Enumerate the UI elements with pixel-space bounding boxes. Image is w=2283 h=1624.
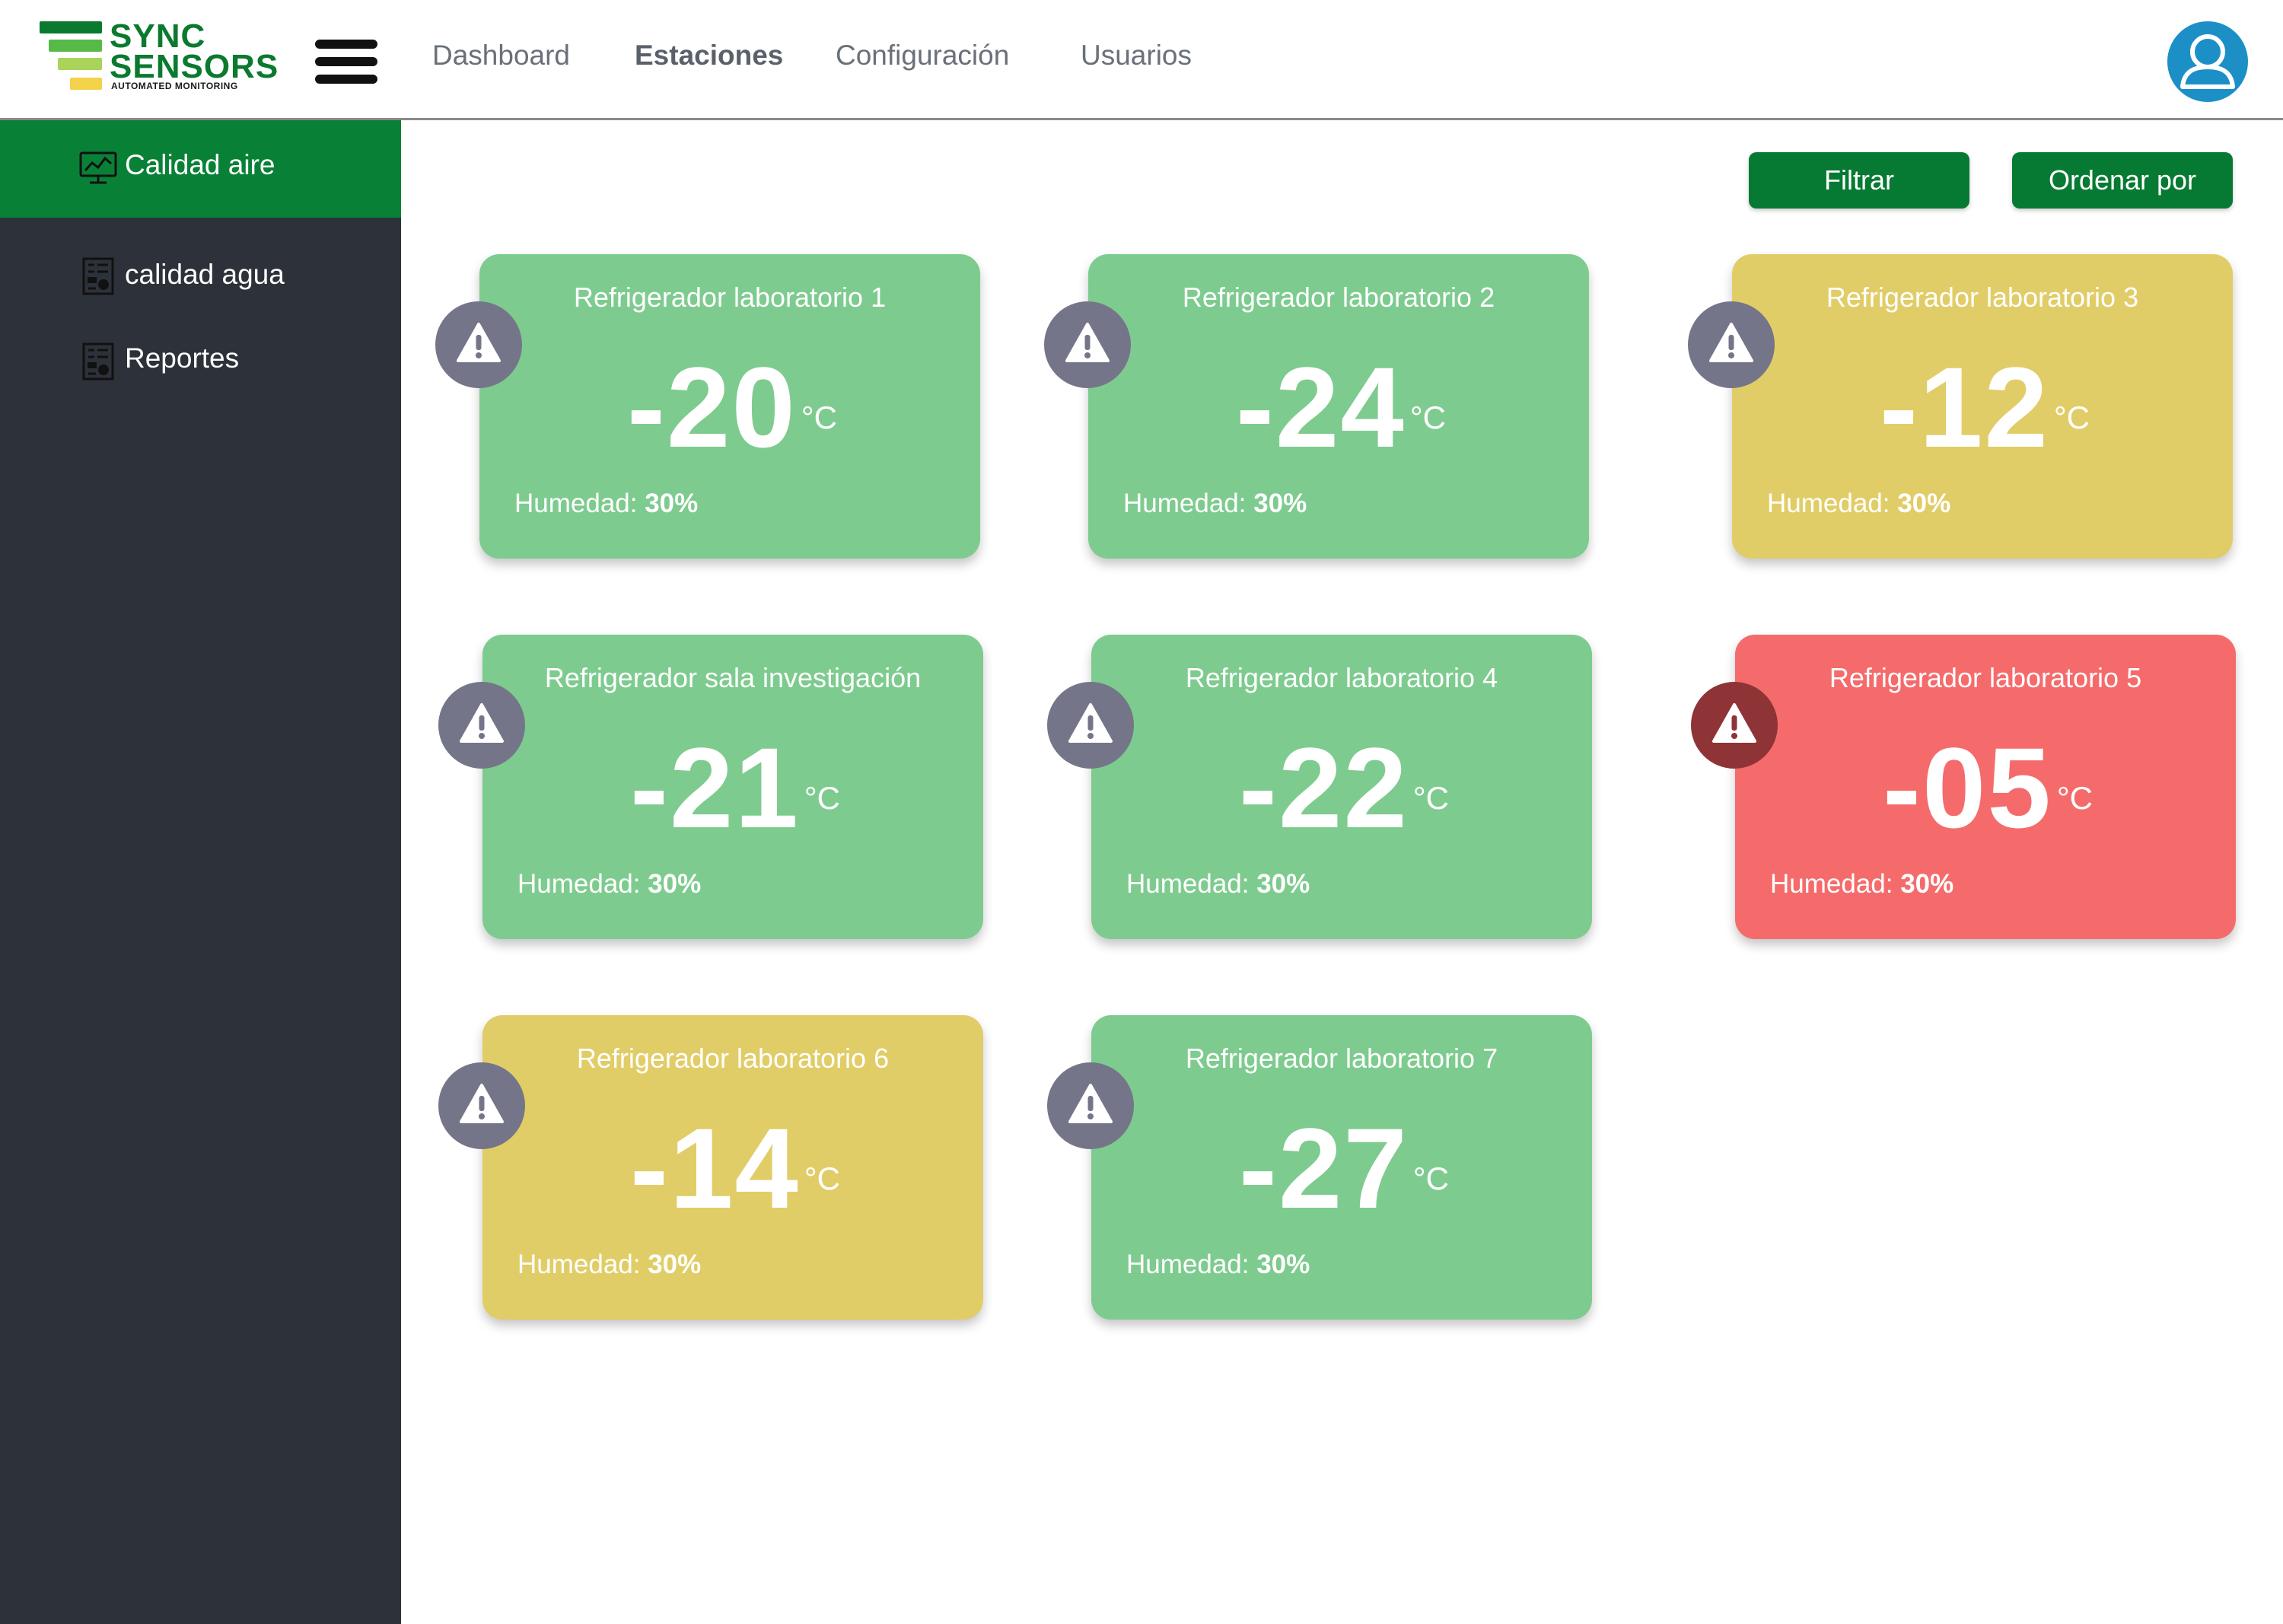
station-name: Refrigerador sala investigación xyxy=(544,662,922,693)
report-icon xyxy=(82,342,114,381)
station-card[interactable]: Refrigerador laboratorio 6 -14 °C Humedad… xyxy=(482,1015,983,1320)
station-name: Refrigerador laboratorio 5 xyxy=(1829,662,2142,693)
alert-warning-icon[interactable] xyxy=(438,1062,525,1149)
station-name: Refrigerador laboratorio 2 xyxy=(1182,282,1495,313)
station-temperature: -27 °C xyxy=(1239,1104,1449,1232)
station-name: Refrigerador laboratorio 3 xyxy=(1826,282,2139,313)
station-name: Refrigerador laboratorio 7 xyxy=(1185,1043,1498,1074)
logo-tagline: AUTOMATED MONITORING xyxy=(111,81,238,91)
station-humidity: Humedad: 30% xyxy=(517,1250,702,1279)
sidebar-item-calidad-aire[interactable]: Calidad aire xyxy=(0,120,401,218)
station-temperature: -20 °C xyxy=(627,343,837,471)
filter-button[interactable]: Filtrar xyxy=(1749,152,1969,209)
top-header: SYNC SENSORS AUTOMATED MONITORING Dashbo… xyxy=(0,0,2283,120)
report-icon xyxy=(82,257,114,295)
station-card[interactable]: Refrigerador laboratorio 3 -12 °C Humedad… xyxy=(1732,254,2233,559)
alert-warning-icon[interactable] xyxy=(1688,301,1775,388)
user-avatar-icon[interactable] xyxy=(2167,21,2248,102)
station-card[interactable]: Refrigerador laboratorio 2 -24 °C Humedad… xyxy=(1088,254,1589,559)
nav-estaciones[interactable]: Estaciones xyxy=(635,40,783,72)
station-card[interactable]: Refrigerador laboratorio 5 -05 °C Humedad… xyxy=(1735,635,2236,939)
station-humidity: Humedad: 30% xyxy=(517,869,702,899)
station-name: Refrigerador laboratorio 1 xyxy=(573,282,887,313)
station-humidity: Humedad: 30% xyxy=(514,489,699,518)
alert-warning-icon[interactable] xyxy=(1047,1062,1134,1149)
sidebar-item-reportes[interactable]: Reportes xyxy=(0,315,401,399)
logo-bars-icon xyxy=(40,20,103,93)
logo-word-sensors: SENSORS xyxy=(110,48,279,85)
station-name: Refrigerador laboratorio 4 xyxy=(1185,662,1498,693)
alert-warning-icon[interactable] xyxy=(438,682,525,769)
station-temperature: -24 °C xyxy=(1236,343,1446,471)
station-humidity: Humedad: 30% xyxy=(1126,869,1310,899)
sync-sensors-logo[interactable]: SYNC SENSORS AUTOMATED MONITORING xyxy=(40,20,278,93)
station-temperature: -12 °C xyxy=(1880,343,2090,471)
station-temperature: -05 °C xyxy=(1883,724,2093,852)
station-card[interactable]: Refrigerador laboratorio 7 -27 °C Humedad… xyxy=(1091,1015,1592,1320)
station-humidity: Humedad: 30% xyxy=(1770,869,1954,899)
monitor-chart-icon xyxy=(79,151,117,184)
station-name: Refrigerador laboratorio 6 xyxy=(576,1043,890,1074)
alert-warning-icon[interactable] xyxy=(435,301,522,388)
sidebar: Calidad aire calidad agua Reportes xyxy=(0,120,401,1624)
sidebar-item-calidad-agua[interactable]: calidad agua xyxy=(0,231,401,315)
nav-configuracion[interactable]: Configuración xyxy=(836,40,1009,72)
station-humidity: Humedad: 30% xyxy=(1126,1250,1310,1279)
station-card[interactable]: Refrigerador laboratorio 1 -20 °C Humedad… xyxy=(479,254,980,559)
sort-by-button[interactable]: Ordenar por xyxy=(2012,152,2233,209)
alert-warning-icon[interactable] xyxy=(1044,301,1131,388)
station-temperature: -22 °C xyxy=(1239,724,1449,852)
station-temperature: -14 °C xyxy=(630,1104,840,1232)
alert-warning-icon[interactable] xyxy=(1047,682,1134,769)
nav-usuarios[interactable]: Usuarios xyxy=(1081,40,1192,72)
station-temperature: -21 °C xyxy=(630,724,840,852)
sidebar-item-label: calidad agua xyxy=(125,259,285,290)
hamburger-menu-icon[interactable] xyxy=(315,38,377,85)
alert-danger-icon[interactable] xyxy=(1691,682,1778,769)
station-card[interactable]: Refrigerador laboratorio 4 -22 °C Humedad… xyxy=(1091,635,1592,939)
station-card[interactable]: Refrigerador sala investigación -21 °C Hu… xyxy=(482,635,983,939)
sidebar-item-label: Calidad aire xyxy=(125,149,275,180)
nav-dashboard[interactable]: Dashboard xyxy=(432,40,570,72)
station-humidity: Humedad: 30% xyxy=(1767,489,1951,518)
station-humidity: Humedad: 30% xyxy=(1123,489,1307,518)
sidebar-item-label: Reportes xyxy=(125,342,240,374)
